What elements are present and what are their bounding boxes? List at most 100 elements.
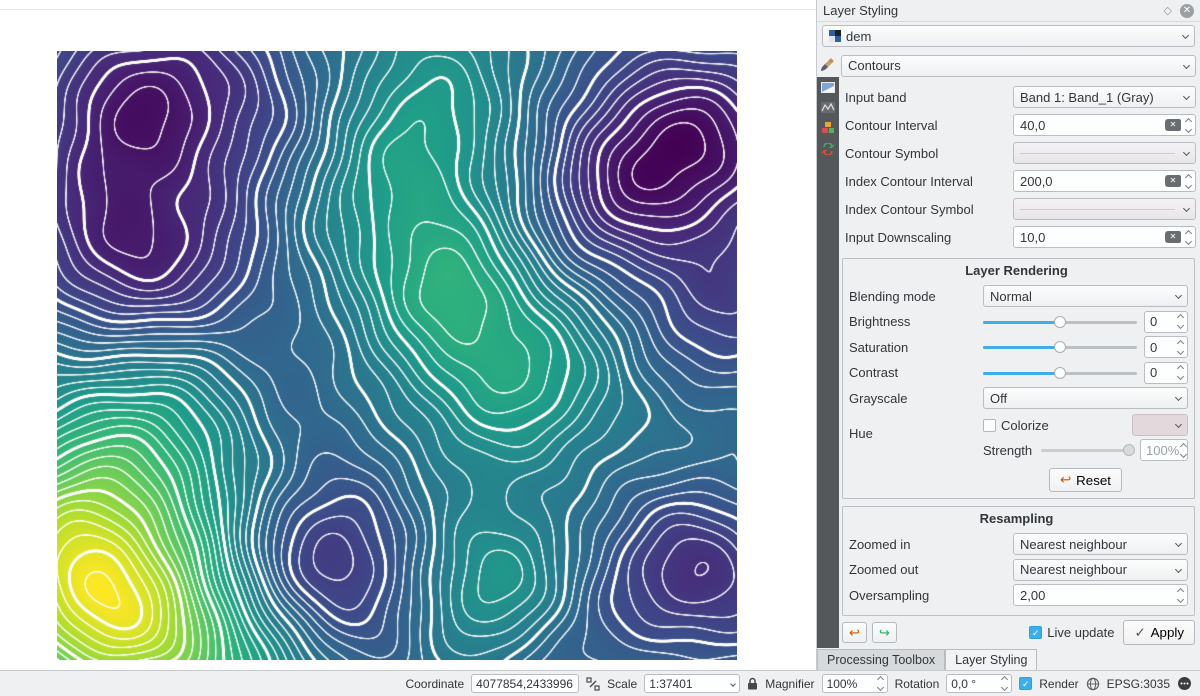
- renderer-select[interactable]: Contours: [841, 55, 1196, 77]
- spin-arrows[interactable]: [1181, 444, 1186, 457]
- tab-transparency[interactable]: [821, 82, 835, 93]
- spin-arrows[interactable]: [878, 677, 883, 690]
- chevron-down-icon: [1183, 61, 1190, 68]
- index-contour-interval-label: Index Contour Interval: [841, 174, 1013, 189]
- extents-icon[interactable]: [586, 677, 600, 691]
- float-panel-icon[interactable]: ◇: [1164, 4, 1172, 17]
- input-downscaling-label: Input Downscaling: [841, 230, 1013, 245]
- contrast-slider[interactable]: [983, 365, 1137, 381]
- saturation-slider[interactable]: [983, 339, 1137, 355]
- live-update-checkbox[interactable]: ✓: [1029, 626, 1042, 639]
- map-canvas[interactable]: [57, 51, 737, 660]
- chevron-down-icon: [730, 681, 736, 687]
- layer-rendering-group: Layer Rendering Blending mode Normal Bri…: [842, 258, 1195, 499]
- spin-arrows[interactable]: [1002, 677, 1007, 690]
- close-panel-icon[interactable]: ✕: [1180, 4, 1194, 18]
- layer-rendering-title: Layer Rendering: [845, 260, 1188, 282]
- magnifier-label: Magnifier: [765, 677, 814, 691]
- contrast-spinbox[interactable]: 0: [1144, 362, 1188, 384]
- saturation-value: 0: [1150, 340, 1176, 355]
- contour-symbol-select[interactable]: [1013, 142, 1196, 164]
- panel-title: Layer Styling: [823, 3, 1164, 18]
- saturation-spinbox[interactable]: 0: [1144, 336, 1188, 358]
- tab-history[interactable]: [821, 143, 835, 155]
- live-update-label: Live update: [1047, 625, 1114, 640]
- layer-select[interactable]: dem: [822, 25, 1195, 47]
- rotation-value: 0,0 °: [951, 677, 997, 691]
- spin-arrows[interactable]: [1186, 231, 1191, 244]
- grayscale-label: Grayscale: [845, 391, 983, 406]
- strength-slider[interactable]: [1041, 442, 1135, 458]
- globe-icon[interactable]: [1086, 677, 1100, 691]
- paintbrush-icon: [820, 56, 836, 72]
- spin-arrows[interactable]: [1178, 341, 1183, 354]
- brightness-value: 0: [1150, 314, 1176, 329]
- spin-arrows[interactable]: [1178, 366, 1183, 379]
- spin-arrows[interactable]: [1178, 589, 1183, 602]
- resampling-title: Resampling: [845, 508, 1188, 530]
- input-downscaling-field[interactable]: 10,0 ✕: [1013, 226, 1196, 248]
- grayscale-value: Off: [990, 391, 1007, 406]
- index-contour-interval-value: 200,0: [1020, 174, 1165, 189]
- chevron-down-icon: [1175, 394, 1182, 401]
- redo-style-button[interactable]: ↪: [872, 622, 897, 643]
- zoomed-in-label: Zoomed in: [845, 537, 1013, 552]
- blending-mode-select[interactable]: Normal: [983, 285, 1188, 307]
- colorize-checkbox[interactable]: [983, 419, 996, 432]
- zoomed-out-label: Zoomed out: [845, 562, 1013, 577]
- lock-icon[interactable]: [747, 677, 758, 690]
- clear-icon[interactable]: ✕: [1165, 175, 1181, 187]
- coordinate-label: Coordinate: [405, 677, 464, 691]
- brightness-slider[interactable]: [983, 314, 1137, 330]
- spin-arrows[interactable]: [1186, 175, 1191, 188]
- tab-label: Processing Toolbox: [827, 653, 935, 667]
- contour-interval-field[interactable]: 40,0 ✕: [1013, 114, 1196, 136]
- chevron-down-icon: [1182, 32, 1189, 39]
- reset-button[interactable]: ↩ Reset: [1049, 468, 1122, 492]
- hue-label: Hue: [845, 412, 983, 462]
- grayscale-select[interactable]: Off: [983, 387, 1188, 409]
- render-checkbox[interactable]: ✓: [1019, 677, 1032, 690]
- tab-symbology[interactable]: [817, 51, 839, 77]
- strength-spinbox[interactable]: 100%: [1140, 439, 1188, 461]
- coordinate-input[interactable]: [471, 674, 579, 693]
- input-band-label: Input band: [841, 90, 1013, 105]
- rotation-spinbox[interactable]: 0,0 °: [946, 674, 1012, 693]
- check-icon: ✓: [1134, 625, 1145, 641]
- panel-header: Layer Styling ◇ ✕: [817, 0, 1200, 22]
- brightness-spinbox[interactable]: 0: [1144, 311, 1188, 333]
- strength-label: Strength: [983, 443, 1041, 458]
- clear-icon[interactable]: ✕: [1165, 119, 1181, 131]
- tab-label: Layer Styling: [955, 653, 1027, 667]
- clear-icon[interactable]: ✕: [1165, 231, 1181, 243]
- chevron-down-icon: [1183, 93, 1190, 100]
- messages-icon[interactable]: [1177, 676, 1192, 691]
- spin-arrows[interactable]: [1178, 315, 1183, 328]
- layer-styling-panel: Layer Styling ◇ ✕ dem: [816, 0, 1200, 648]
- tab-histogram[interactable]: [821, 102, 835, 113]
- colorize-color-select[interactable]: [1132, 414, 1188, 436]
- panel-tabbar: Processing Toolbox Layer Styling: [816, 648, 1200, 670]
- tab-layer-styling[interactable]: Layer Styling: [945, 649, 1037, 670]
- undo-style-button[interactable]: ↩: [842, 622, 867, 643]
- tab-elevation[interactable]: [821, 122, 835, 134]
- oversampling-value: 2,00: [1020, 588, 1176, 603]
- rotation-label: Rotation: [895, 677, 940, 691]
- index-contour-interval-field[interactable]: 200,0 ✕: [1013, 170, 1196, 192]
- magnifier-value: 100%: [827, 677, 873, 691]
- input-band-select[interactable]: Band 1: Band_1 (Gray): [1013, 86, 1196, 108]
- zoomed-in-select[interactable]: Nearest neighbour: [1013, 533, 1188, 555]
- blending-mode-label: Blending mode: [845, 289, 983, 304]
- input-downscaling-value: 10,0: [1020, 230, 1165, 245]
- chevron-down-icon: [1183, 205, 1190, 212]
- spin-arrows[interactable]: [1186, 119, 1191, 132]
- tab-processing-toolbox[interactable]: Processing Toolbox: [817, 649, 945, 670]
- crs-label[interactable]: EPSG:3035: [1107, 677, 1170, 691]
- zoomed-out-select[interactable]: Nearest neighbour: [1013, 559, 1188, 581]
- index-contour-symbol-select[interactable]: [1013, 198, 1196, 220]
- zoomed-out-value: Nearest neighbour: [1020, 562, 1127, 577]
- scale-select[interactable]: 1:37401: [644, 674, 740, 693]
- oversampling-field[interactable]: 2,00: [1013, 584, 1188, 606]
- apply-button[interactable]: ✓ Apply: [1123, 620, 1195, 645]
- magnifier-spinbox[interactable]: 100%: [822, 674, 888, 693]
